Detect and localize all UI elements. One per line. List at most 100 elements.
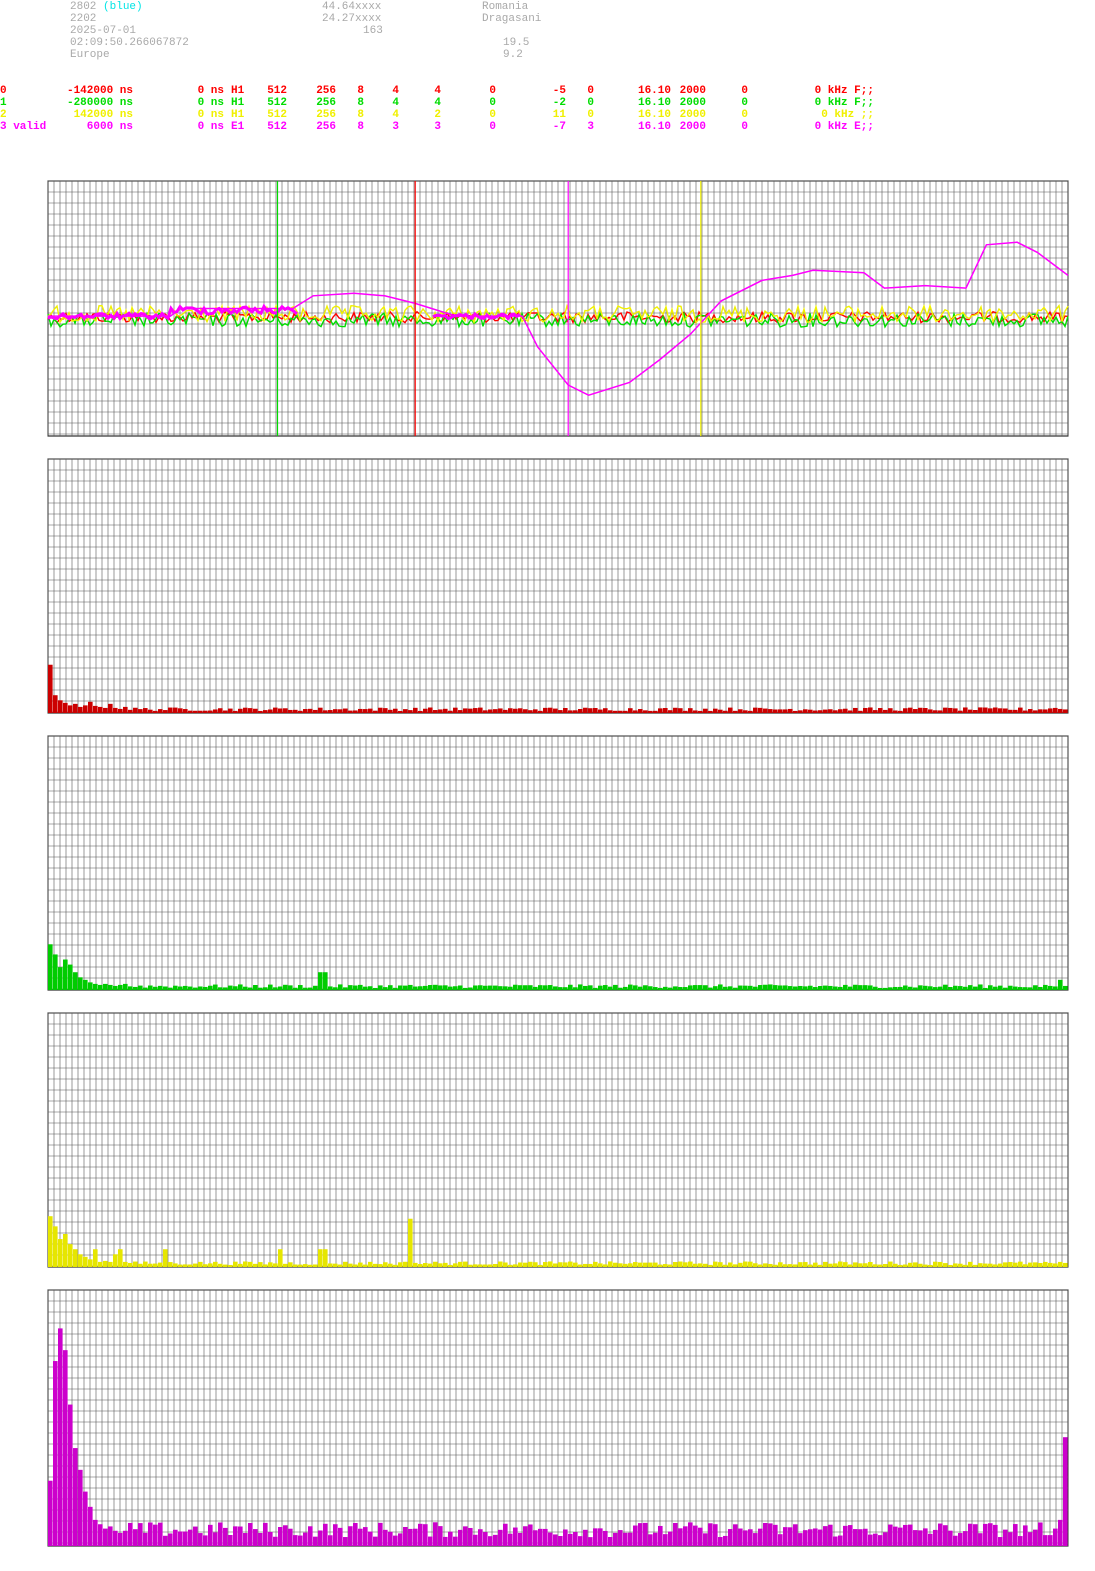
histogram-0-bar (913, 709, 918, 713)
histogram-2-bar (593, 1261, 598, 1267)
histogram-2-bar (168, 1262, 173, 1267)
histogram-0-bar (743, 710, 748, 713)
histogram-2-bar (303, 1264, 308, 1267)
histogram-0-bar (953, 708, 958, 713)
histogram-1-bar (928, 986, 933, 990)
histogram-2-bar (358, 1262, 363, 1267)
histogram-2-bar (433, 1261, 438, 1267)
histogram-1-bar (673, 986, 678, 990)
histogram-0-bar (673, 707, 678, 713)
histogram-3-bar (158, 1522, 163, 1546)
histogram-3-bar (693, 1525, 698, 1546)
histogram-0-bar (488, 709, 493, 713)
histogram-2-bar (313, 1264, 318, 1267)
histogram-0-bar (398, 710, 403, 713)
histogram-0-bar (918, 707, 923, 713)
histogram-2-bar (258, 1262, 263, 1267)
histogram-2-bar (973, 1264, 978, 1267)
histogram-2-bar (738, 1262, 743, 1267)
histogram-1-bar (523, 985, 528, 990)
histogram-3-bar (1018, 1536, 1023, 1546)
histogram-0-bar (363, 709, 368, 713)
histogram-3-bar (873, 1533, 878, 1546)
histogram-1-bar (598, 985, 603, 990)
histogram-1-bar (108, 984, 113, 990)
histogram-2-bar (748, 1261, 753, 1267)
histogram-1-bar (378, 985, 383, 990)
histogram-2-bar (193, 1263, 198, 1267)
histogram-3-bar (133, 1529, 138, 1546)
histogram-1-bar (123, 983, 128, 990)
histogram-0-bar (448, 710, 453, 713)
histogram-1-bar (63, 959, 68, 990)
histogram-1-bar (753, 986, 758, 990)
histogram-3-bar (718, 1537, 723, 1546)
histogram-3-bar (168, 1533, 173, 1546)
histogram-0-bar (503, 709, 508, 713)
histogram-2-bar (903, 1264, 908, 1267)
histogram-0-bar (658, 708, 663, 713)
histogram-1-bar (858, 985, 863, 990)
histogram-3-bar (993, 1524, 998, 1546)
histogram-2-bar (143, 1261, 148, 1267)
histogram-1-bar (688, 985, 693, 990)
histogram-3-bar (1013, 1524, 1018, 1546)
histogram-0-bar (88, 701, 93, 713)
histogram-0-bar (968, 709, 973, 713)
histogram-0-bar (718, 709, 723, 713)
histogram-2-bar (1043, 1261, 1048, 1267)
histogram-3-bar (848, 1525, 853, 1546)
histogram-2-bar (538, 1264, 543, 1267)
histogram-0-bar (273, 707, 278, 713)
histogram-1-bar (413, 986, 418, 990)
histogram-2-bar (1063, 1262, 1068, 1267)
histogram-1-bar (153, 986, 158, 990)
histogram-2-bar (858, 1263, 863, 1267)
histogram-1-bar (933, 987, 938, 990)
histogram-1-bar (133, 986, 138, 990)
histogram-1-bar (763, 984, 768, 990)
histogram-2-bar (198, 1261, 203, 1267)
histogram-1-bar (678, 987, 683, 990)
histogram-3-bar (203, 1535, 208, 1546)
histogram-1-bar (713, 986, 718, 990)
histogram-2-bar (343, 1261, 348, 1267)
histogram-2-bar (763, 1263, 768, 1267)
histogram-3-bar (1048, 1535, 1053, 1546)
histogram-0-bar (798, 710, 803, 713)
histogram-2-bar (378, 1264, 383, 1267)
histogram-2-bar (1008, 1262, 1013, 1267)
histogram-2-bar (133, 1261, 138, 1267)
histogram-0-bar (823, 709, 828, 713)
histogram-0-bar (433, 710, 438, 713)
histogram-0-bar (473, 708, 478, 713)
histogram-1-bar (643, 985, 648, 990)
histogram-3-bar (683, 1526, 688, 1546)
histogram-1-bar (238, 984, 243, 990)
histogram-0-bar (278, 708, 283, 713)
histogram-0-bar (793, 710, 798, 713)
histogram-1-bar (283, 984, 288, 990)
histogram-1-bar (563, 987, 568, 990)
histogram-1-bar (833, 986, 838, 990)
histogram-0-bar (888, 708, 893, 713)
histogram-2-bar (273, 1263, 278, 1267)
histogram-3-bar (773, 1524, 778, 1546)
histogram-2-bar (768, 1263, 773, 1267)
histogram-2-bar (318, 1249, 323, 1267)
histogram-2-bar (208, 1263, 213, 1267)
histogram-2-bar (563, 1262, 568, 1267)
histogram-2-bar (323, 1249, 328, 1267)
histogram-0-bar (158, 709, 163, 713)
histogram-3-bar (598, 1528, 603, 1546)
histogram-2-bar (188, 1264, 193, 1267)
histogram-0-bar (463, 708, 468, 713)
histogram-1-bar (808, 985, 813, 990)
histogram-2-bar (793, 1264, 798, 1267)
histogram-3-bar (518, 1532, 523, 1546)
histogram-3-bar (188, 1529, 193, 1546)
histogram-1-bar (503, 986, 508, 990)
histogram-0-bar (943, 707, 948, 713)
histogram-3-bar (1053, 1528, 1058, 1546)
histogram-2-bar (338, 1264, 343, 1267)
